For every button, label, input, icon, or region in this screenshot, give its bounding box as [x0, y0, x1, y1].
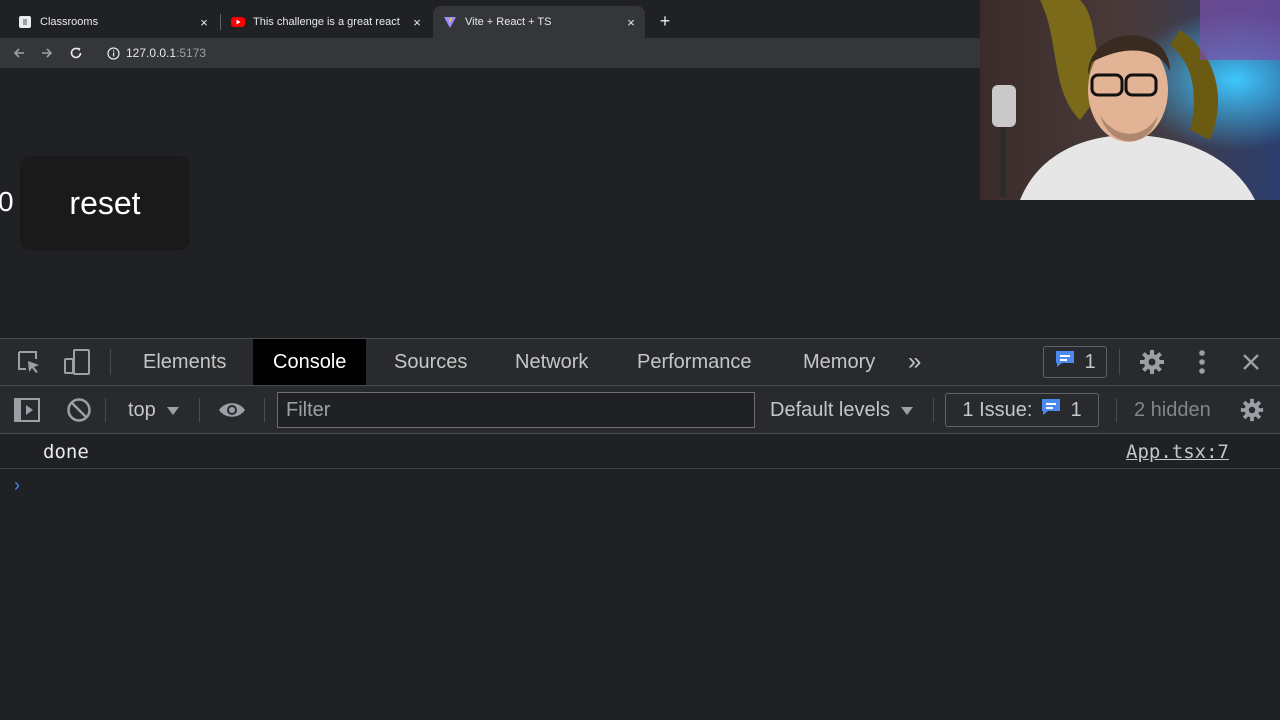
- tab-title: Classrooms: [40, 16, 99, 28]
- classroom-icon: [18, 15, 32, 29]
- message-icon: [1040, 397, 1062, 423]
- forward-icon[interactable]: [38, 44, 56, 62]
- close-tab-icon[interactable]: ×: [196, 14, 212, 30]
- tab-memory[interactable]: Memory: [783, 339, 895, 385]
- live-expression-eye-icon[interactable]: [216, 396, 248, 424]
- message-icon: [1054, 349, 1076, 375]
- tab-sources[interactable]: Sources: [374, 339, 487, 385]
- youtube-icon: [231, 15, 245, 29]
- more-options-icon[interactable]: [1192, 348, 1212, 376]
- console-settings-gear-icon[interactable]: [1238, 396, 1266, 424]
- tab-youtube[interactable]: This challenge is a great react ×: [221, 8, 431, 36]
- more-tabs-button[interactable]: »: [898, 339, 931, 385]
- issue-count: 1: [1070, 398, 1082, 421]
- tab-title: This challenge is a great react: [253, 16, 400, 28]
- back-icon[interactable]: [10, 44, 28, 62]
- devtools-panel: Elements Console Sources Network Perform…: [0, 338, 1280, 720]
- issues-badge-button[interactable]: 1: [1043, 346, 1107, 378]
- toolbar-divider: [105, 398, 106, 422]
- context-value: top: [128, 398, 156, 421]
- console-message-text: done: [43, 441, 89, 463]
- levels-label: Default levels: [770, 398, 891, 421]
- toolbar-divider: [1119, 349, 1120, 375]
- show-sidebar-icon[interactable]: [12, 396, 42, 424]
- issues-count: 1: [1084, 350, 1096, 373]
- tab-network[interactable]: Network: [495, 339, 608, 385]
- close-devtools-icon[interactable]: [1239, 350, 1263, 374]
- reload-icon[interactable]: [67, 44, 85, 62]
- counter-value: 0: [0, 186, 14, 217]
- tab-title: Vite + React + TS: [465, 16, 552, 28]
- browser-tab-bar: Classrooms × This challenge is a great r…: [0, 0, 980, 42]
- clear-console-icon[interactable]: [65, 396, 93, 424]
- dropdown-arrow-icon: [166, 399, 180, 422]
- reset-button[interactable]: reset: [20, 156, 190, 250]
- console-toolbar: top Default levels 1 Issue: 1 2 hidden: [0, 386, 1280, 434]
- url-host: 127.0.0.1: [126, 46, 177, 60]
- dropdown-arrow-icon: [900, 399, 914, 422]
- tab-vite[interactable]: Vite + React + TS ×: [433, 6, 645, 38]
- url-port: :5173: [176, 46, 207, 60]
- console-message-row: done App.tsx:7: [0, 435, 1280, 469]
- browser-toolbar: 127.0.0.1:5173: [0, 38, 980, 68]
- console-prompt-icon[interactable]: ›: [14, 475, 30, 495]
- source-link[interactable]: App.tsx:7: [1126, 441, 1229, 463]
- address-bar[interactable]: 127.0.0.1:5173: [98, 42, 974, 64]
- devtools-tab-bar: Elements Console Sources Network Perform…: [0, 339, 1280, 386]
- log-levels-dropdown[interactable]: Default levels: [758, 395, 926, 425]
- settings-gear-icon[interactable]: [1138, 348, 1166, 376]
- close-tab-icon[interactable]: ×: [409, 14, 425, 30]
- tab-elements[interactable]: Elements: [123, 339, 246, 385]
- toolbar-divider: [933, 398, 934, 422]
- tab-classrooms[interactable]: Classrooms ×: [8, 8, 218, 36]
- issues-button[interactable]: 1 Issue: 1: [945, 393, 1099, 427]
- issues-label: 1 Issue:: [962, 398, 1033, 421]
- device-toolbar-icon[interactable]: [62, 347, 92, 377]
- tab-console[interactable]: Console: [253, 339, 367, 385]
- hidden-messages-count: 2 hidden: [1134, 398, 1211, 421]
- new-tab-button[interactable]: +: [656, 12, 674, 30]
- toolbar-divider: [199, 398, 200, 422]
- console-filter-input[interactable]: [277, 392, 755, 428]
- tab-performance[interactable]: Performance: [617, 339, 772, 385]
- webcam-video: [980, 0, 1280, 200]
- webcam-overlay: [980, 0, 1280, 200]
- site-info-icon[interactable]: [106, 46, 120, 60]
- context-selector[interactable]: top: [116, 395, 192, 425]
- close-tab-icon[interactable]: ×: [623, 14, 639, 30]
- vite-icon: [443, 15, 457, 29]
- toolbar-divider: [1116, 398, 1117, 422]
- toolbar-divider: [110, 349, 111, 375]
- toolbar-divider: [264, 398, 265, 422]
- inspect-element-icon[interactable]: [16, 349, 42, 375]
